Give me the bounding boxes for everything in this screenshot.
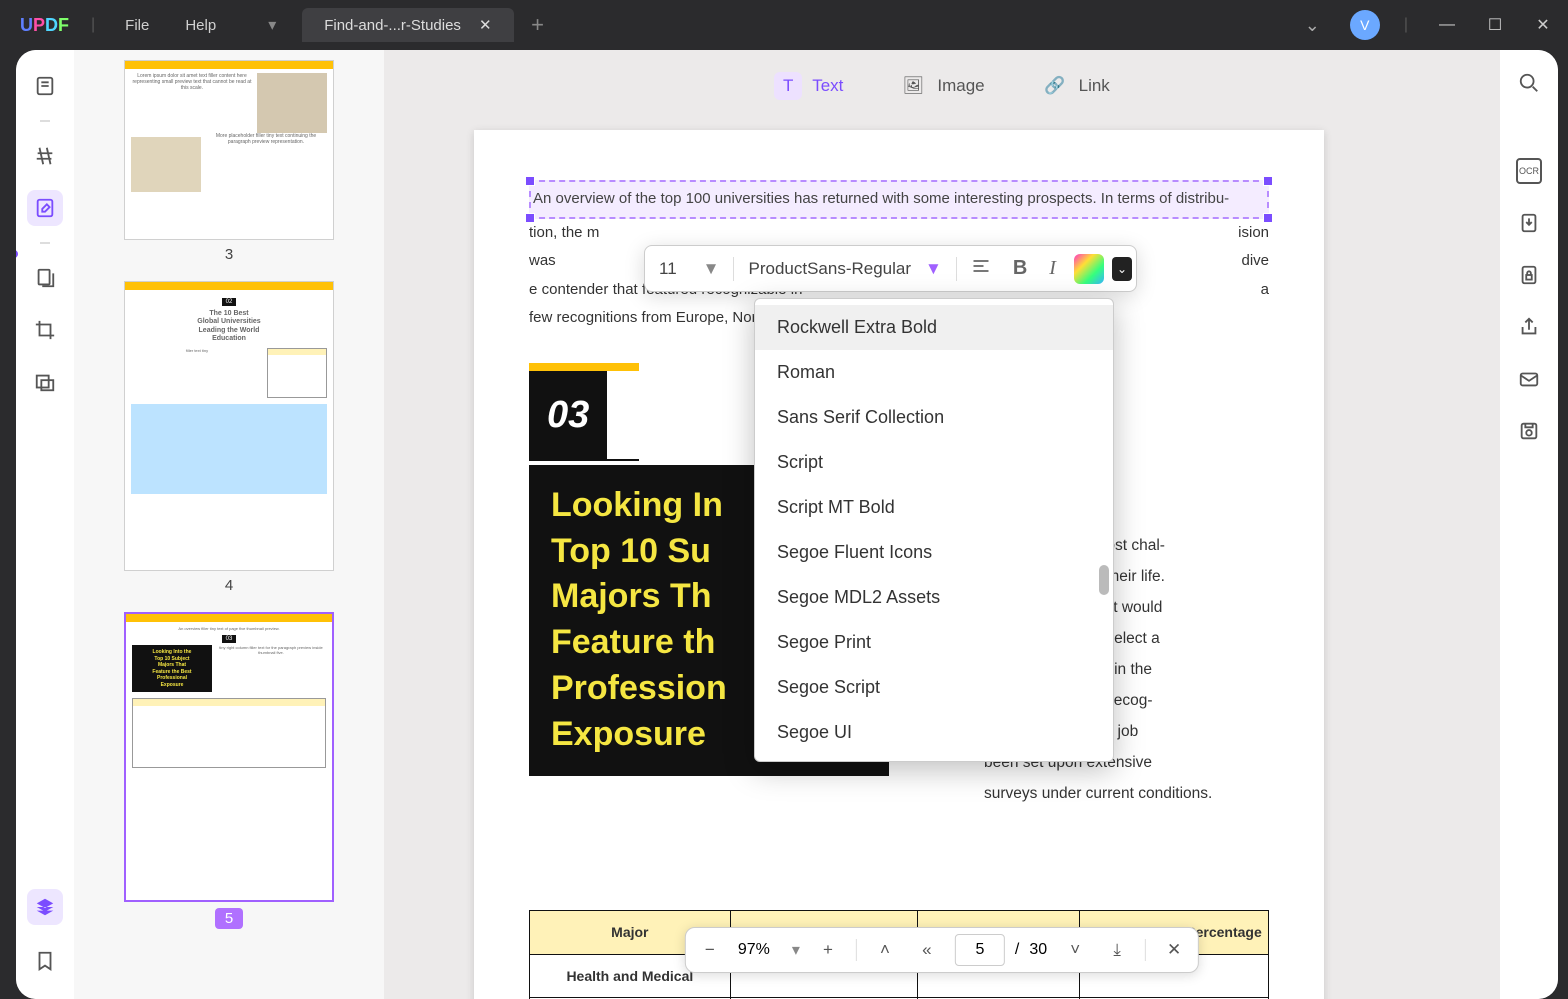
text-color-button[interactable] [1074,254,1104,284]
save-icon[interactable] [1516,418,1542,444]
color-dropdown-icon[interactable]: ⌄ [1112,257,1132,281]
thumbnail-5[interactable]: An overview filler tiny text of page fiv… [104,612,354,929]
left-rail [16,50,74,999]
text-icon: T [774,72,802,100]
window-close[interactable]: ✕ [1528,15,1558,35]
next-page-button[interactable]: ˅ [1061,936,1089,964]
selected-text: An overview of the top 100 universities … [533,190,1229,207]
titlebar: UPDF | File Help ▾ Find-and-...r-Studies… [0,0,1568,50]
divider: | [91,16,95,34]
chevron-down-icon[interactable]: ⌄ [1305,15,1320,36]
tool-bookmark[interactable] [27,943,63,979]
thumbnail-3[interactable]: Lorem ipsum dolor sit amet text filler c… [104,60,354,263]
thumbnail-panel: Lorem ipsum dolor sit amet text filler c… [74,50,384,999]
edit-image-option[interactable]: 🖼 Image [891,68,992,104]
email-icon[interactable] [1516,366,1542,392]
page-total: 30 [1029,941,1047,959]
search-icon[interactable] [1516,70,1542,96]
font-size-select[interactable]: 11▼ [649,253,729,285]
menu-help[interactable]: Help [167,17,234,34]
font-name-value: ProductSans-Regular [748,259,911,279]
thumbnail-label: 5 [215,908,243,929]
font-option[interactable]: Segoe Print [755,620,1113,665]
link-icon: 🔗 [1041,72,1069,100]
font-option[interactable]: Roman [755,350,1113,395]
zoom-value: 97% [738,941,770,959]
divider: | [1404,16,1408,34]
page-input[interactable] [955,934,1005,966]
page-navigation-bar: − 97%▾ + ˄ « / 30 ˅ ⤓ ✕ [685,927,1199,973]
main-shell: Lorem ipsum dolor sit amet text filler c… [16,50,1558,999]
edit-link-option[interactable]: 🔗 Link [1033,68,1118,104]
font-dropdown: Rockwell Extra BoldRomanSans Serif Colle… [754,298,1114,762]
menu-file[interactable]: File [107,17,167,34]
thumbnail-label: 3 [104,246,354,263]
tool-crop[interactable] [27,312,63,348]
last-page-button[interactable]: ⤓ [1103,936,1131,964]
font-option[interactable]: Segoe MDL2 Assets [755,575,1113,620]
option-label: Text [812,76,843,96]
image-icon: 🖼 [899,72,927,100]
close-bar-button[interactable]: ✕ [1160,936,1188,964]
thumbnail-label: 4 [104,577,354,594]
font-option[interactable]: Segoe UI [755,710,1113,755]
tool-layers[interactable] [27,889,63,925]
italic-button[interactable]: I [1039,251,1066,286]
tab-document[interactable]: Find-and-...r-Studies ✕ [302,8,513,42]
font-option[interactable]: Script MT Bold [755,485,1113,530]
font-family-select[interactable]: ProductSans-Regular▼ [738,253,951,285]
bold-button[interactable]: B [1003,251,1037,286]
tool-comment[interactable] [27,138,63,174]
page-sep: / [1015,941,1019,959]
divider [40,242,50,244]
font-option[interactable]: Sans Serif Collection [755,395,1113,440]
window-maximize[interactable]: ☐ [1480,15,1510,35]
document-area: T Text 🖼 Image 🔗 Link An overview of the to… [384,50,1500,999]
share-icon[interactable] [1516,314,1542,340]
convert-icon[interactable] [1516,210,1542,236]
window-minimize[interactable]: — [1432,16,1462,34]
zoom-in-button[interactable]: + [814,936,842,964]
text-format-toolbar: 11▼ ProductSans-Regular▼ B I ⌄ [644,245,1137,292]
tool-edit[interactable] [27,190,63,226]
heading-number: 03 [529,371,607,459]
selected-text-block[interactable]: An overview of the top 100 universities … [529,180,1269,219]
font-option[interactable]: Segoe Script [755,665,1113,710]
thumbnail-4[interactable]: 02 The 10 BestGlobal UniversitiesLeading… [104,281,354,594]
tool-reader[interactable] [27,68,63,104]
prev-page-button[interactable]: ˄ [871,936,899,964]
tab-close-icon[interactable]: ✕ [479,16,492,34]
font-size-value: 11 [659,259,677,279]
option-label: Image [937,76,984,96]
divider [40,120,50,122]
app-logo: UPDF [10,15,79,36]
tool-redact[interactable] [27,364,63,400]
zoom-select[interactable]: 97%▾ [738,940,800,960]
align-left-button[interactable] [961,250,1001,287]
avatar[interactable]: V [1350,10,1380,40]
zoom-out-button[interactable]: − [696,936,724,964]
ocr-icon[interactable]: OCR [1516,158,1542,184]
font-option[interactable]: Segoe Fluent Icons [755,530,1113,575]
tab-title: Find-and-...r-Studies [324,17,461,34]
edit-text-option[interactable]: T Text [766,68,851,104]
tab-ghost[interactable]: ▾ [252,15,292,35]
option-label: Link [1079,76,1110,96]
right-rail: OCR [1500,50,1558,999]
protect-icon[interactable] [1516,262,1542,288]
font-option[interactable]: Script [755,440,1113,485]
page-indicator: / 30 [955,934,1047,966]
first-page-button[interactable]: « [913,936,941,964]
rail-indicator [16,250,18,258]
edit-mode-options: T Text 🖼 Image 🔗 Link [384,68,1500,104]
tool-organize[interactable] [27,260,63,296]
font-option[interactable]: Rockwell Extra Bold [755,305,1113,350]
scrollbar[interactable] [1099,305,1109,755]
tab-new[interactable]: + [518,12,558,38]
